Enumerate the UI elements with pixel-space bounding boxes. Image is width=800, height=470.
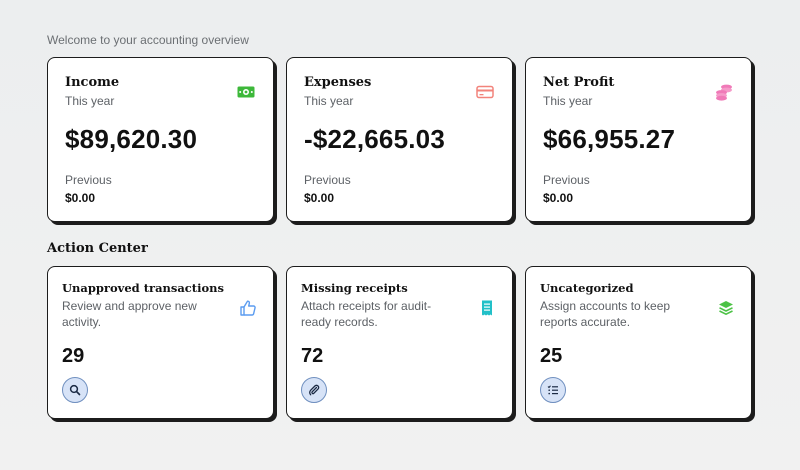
receipt-icon	[482, 300, 492, 316]
previous-value: $0.00	[304, 191, 335, 205]
missing-receipts-card[interactable]: Missing receipts Attach receipts for aud…	[286, 266, 513, 419]
card-subtitle: This year	[65, 94, 115, 108]
card-count: 25	[540, 345, 563, 367]
net-profit-amount: $66,955.27	[543, 124, 676, 154]
thumbs-up-icon	[240, 300, 256, 316]
coins-icon	[716, 84, 732, 101]
categorize-button[interactable]	[540, 377, 566, 403]
previous-label: Previous	[543, 173, 590, 187]
action-center-title: Action Center	[47, 241, 148, 256]
card-subtitle: This year	[543, 94, 593, 108]
credit-card-icon	[476, 85, 494, 99]
card-count: 29	[62, 345, 85, 367]
income-card: Income This year $89,620.30 Previous $0.…	[47, 57, 274, 222]
previous-label: Previous	[65, 173, 112, 187]
search-button[interactable]	[62, 377, 88, 403]
card-description: Review and approve new activity.	[62, 299, 197, 329]
card-title: Missing receipts	[301, 281, 408, 295]
card-title: Unapproved transactions	[62, 281, 224, 295]
card-subtitle: This year	[304, 94, 354, 108]
money-icon	[237, 86, 255, 98]
card-title: Uncategorized	[540, 281, 634, 295]
card-title: Net Profit	[543, 75, 615, 90]
expenses-amount: -$22,665.03	[304, 124, 445, 154]
layers-icon	[719, 301, 733, 315]
welcome-text: Welcome to your accounting overview	[47, 33, 249, 47]
card-description: Attach receipts for audit-ready records.	[301, 299, 432, 329]
previous-value: $0.00	[65, 191, 96, 205]
unapproved-transactions-card[interactable]: Unapproved transactions Review and appro…	[47, 266, 274, 419]
card-description: Assign accounts to keep reports accurate…	[540, 299, 671, 329]
list-check-icon	[547, 385, 558, 395]
uncategorized-card[interactable]: Uncategorized Assign accounts to keep re…	[525, 266, 752, 419]
card-count: 72	[301, 345, 324, 367]
previous-label: Previous	[304, 173, 351, 187]
card-title: Income	[65, 75, 120, 90]
expenses-card: Expenses This year -$22,665.03 Previous …	[286, 57, 513, 222]
income-amount: $89,620.30	[65, 124, 198, 154]
card-title: Expenses	[304, 75, 372, 90]
search-icon	[69, 384, 81, 396]
attach-button[interactable]	[301, 377, 327, 403]
previous-value: $0.00	[543, 191, 574, 205]
paperclip-icon	[309, 384, 320, 396]
net-profit-card: Net Profit This year $66,955.27 Previous…	[525, 57, 752, 222]
